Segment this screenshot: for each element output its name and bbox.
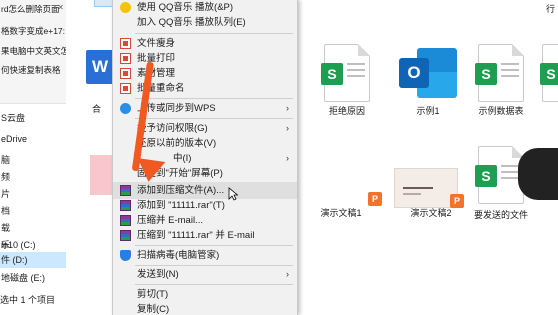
- recent-item[interactable]: 何快速复制表格: [0, 63, 66, 77]
- menu-item-scan-virus[interactable]: 扫描病毒(电脑管家): [113, 247, 297, 264]
- s-badge: S: [321, 63, 343, 85]
- file-item[interactable]: S 拒绝原因: [308, 44, 386, 116]
- recent-items-panel: rd怎么删除页面 ✕ 格数字变成e+17: 果电脑中文英文怎 何快速复制表格: [0, 0, 66, 104]
- sidebar-item-drive-d[interactable]: 件 (D:): [0, 252, 66, 268]
- recent-item-label: rd怎么删除页面: [1, 4, 60, 14]
- menu-separator: [135, 98, 293, 99]
- partial-file-label: 行: [546, 4, 556, 14]
- file-item[interactable]: P 演示文稿2: [392, 150, 470, 222]
- file-item[interactable]: O 示例1: [389, 44, 467, 116]
- winrar-icon: [120, 185, 131, 196]
- sidebar-item-label: 档: [1, 206, 11, 216]
- sidebar-item-label: S云盘: [1, 113, 26, 123]
- file-label: 示例1: [416, 106, 440, 116]
- sidebar-item-label: eDrive: [1, 134, 28, 144]
- recent-item[interactable]: 格数字变成e+17:: [0, 24, 66, 38]
- outlook-file-icon: O: [399, 44, 457, 102]
- sidebar-item-label: 频: [1, 172, 11, 182]
- menu-separator: [135, 245, 293, 246]
- p-badge: P: [368, 192, 382, 206]
- menu-separator: [135, 284, 293, 285]
- sidebar-item-onedrive[interactable]: eDrive: [0, 131, 66, 147]
- file-label: 示例数据表: [478, 106, 524, 116]
- sidebar-item-label: 片: [1, 189, 11, 199]
- status-bar: 选中 1 个项目: [0, 292, 112, 308]
- wps-icon: [120, 83, 131, 94]
- annotation-arrow-icon: [134, 158, 166, 184]
- wps-icon: [120, 68, 131, 79]
- menu-item-compress-rar-email[interactable]: 压缩到 "11111.rar" 并 E-mail: [113, 227, 297, 244]
- spreadsheet-file-icon: S: [321, 44, 370, 102]
- sidebar-item-label: 载: [1, 223, 11, 233]
- sidebar-item-videos[interactable]: 频: [0, 169, 66, 185]
- submenu-arrow-icon: ›: [286, 269, 289, 279]
- status-selected-count: 选中 1 个项目: [0, 295, 56, 305]
- file-label: 拒绝原因: [328, 106, 365, 116]
- menu-item-qq-queue[interactable]: 加入 QQ音乐 播放队列(E): [113, 14, 297, 31]
- sidebar-item-label: in10 (C:): [1, 240, 36, 250]
- menu-item-copy[interactable]: 复制(C): [113, 301, 297, 315]
- sidebar-item-downloads[interactable]: 载: [0, 220, 66, 236]
- sidebar-item-this-pc[interactable]: 脑: [0, 152, 66, 168]
- pin-icon[interactable]: ✕: [57, 3, 64, 13]
- recent-item-label: 果电脑中文英文怎: [1, 46, 66, 56]
- s-badge: S: [475, 63, 497, 85]
- wps-icon: [120, 38, 131, 49]
- menu-item-send-to[interactable]: 发送到(N) ›: [113, 266, 297, 283]
- sidebar-item-pictures[interactable]: 片: [0, 186, 66, 202]
- submenu-arrow-icon: ›: [286, 103, 289, 113]
- winrar-icon: [120, 200, 131, 211]
- recent-item-label: 格数字变成e+17:: [1, 26, 66, 36]
- file-label: 演示文稿1: [320, 208, 362, 218]
- recent-item[interactable]: rd怎么删除页面 ✕: [0, 2, 66, 16]
- winrar-icon: [120, 230, 131, 241]
- explorer-window: rd怎么删除页面 ✕ 格数字变成e+17: 果电脑中文英文怎 何快速复制表格 S…: [0, 0, 558, 315]
- qq-music-icon: [120, 2, 131, 13]
- s-badge: S: [540, 63, 558, 85]
- sidebar-item-drive-e[interactable]: 地磁盘 (E:): [0, 270, 66, 286]
- sidebar-item-label: 地磁盘 (E:): [1, 273, 45, 283]
- sidebar-item-drive-c[interactable]: in10 (C:): [0, 237, 66, 253]
- cloud-icon: [120, 103, 131, 114]
- w-badge: W: [86, 50, 114, 84]
- menu-item-batch-rename[interactable]: 批量重命名: [113, 80, 297, 97]
- sidebar-item-label: 件 (D:): [1, 255, 28, 265]
- partial-file-icon[interactable]: S: [540, 44, 558, 102]
- video-thumbnail[interactable]: [518, 148, 558, 200]
- recent-item-label: 何快速复制表格: [1, 65, 61, 75]
- wps-icon: [120, 53, 131, 64]
- sidebar-item-wps-cloud[interactable]: S云盘: [0, 110, 66, 126]
- winrar-icon: [120, 215, 131, 226]
- file-label: 要发送的文件: [473, 210, 528, 220]
- file-item[interactable]: P 演示文稿1: [312, 150, 390, 222]
- sidebar-item-label: 脑: [1, 155, 11, 165]
- spreadsheet-file-icon: S: [475, 44, 524, 102]
- menu-separator: [135, 118, 293, 119]
- file-item[interactable]: S 示例数据表: [462, 44, 540, 116]
- file-label: 演示文稿2: [410, 208, 452, 218]
- menu-separator: [135, 33, 293, 34]
- shield-icon: [120, 250, 131, 261]
- presentation-thumbnail: [394, 168, 458, 208]
- mouse-cursor-icon: [228, 187, 238, 201]
- s-badge: S: [475, 165, 497, 187]
- sidebar-item-documents[interactable]: 档: [0, 203, 66, 219]
- recent-item[interactable]: 果电脑中文英文怎: [0, 44, 66, 58]
